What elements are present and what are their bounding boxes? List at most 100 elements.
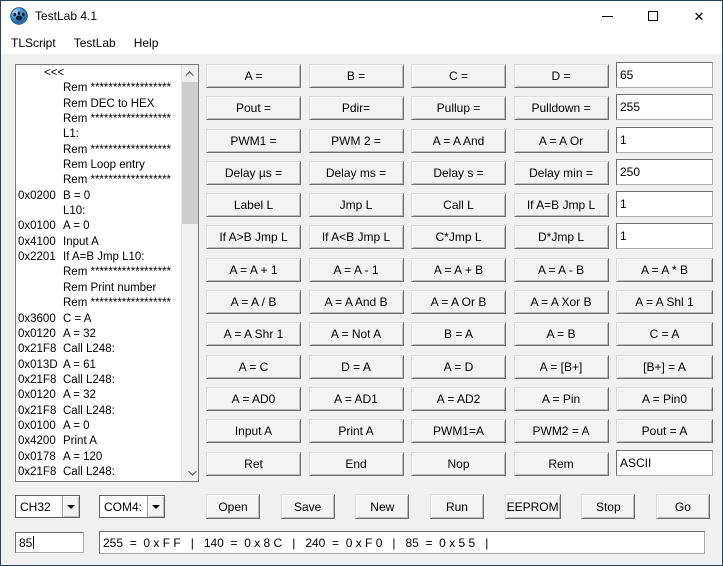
register-value-input[interactable] (616, 62, 713, 88)
grid-button-delay-ms[interactable]: Delay ms = (309, 161, 404, 185)
grid-button-a-a-or[interactable]: A = A Or (514, 129, 609, 153)
listing-line[interactable]: 0x0178A = 120 (16, 450, 181, 465)
close-button[interactable]: ✕ (676, 1, 722, 31)
grid-button-ret[interactable]: Ret (206, 452, 301, 476)
scroll-up-button[interactable] (182, 65, 199, 82)
listing-line[interactable]: 0x013DA = 61 (16, 358, 181, 373)
grid-button-pwm1[interactable]: PWM1 = (206, 129, 301, 153)
listing-line[interactable]: Rem ****************** (16, 81, 181, 96)
listing-line[interactable]: <<< (16, 66, 181, 81)
grid-button-a-b[interactable]: A = [B+] (514, 355, 609, 379)
grid-button-a-a-div-b[interactable]: A = A / B (206, 290, 301, 314)
menu-testlab[interactable]: TestLab (65, 33, 125, 53)
grid-button-nop[interactable]: Nop (411, 452, 506, 476)
grid-button-call-l[interactable]: Call L (411, 193, 506, 217)
grid-button-a-a-and[interactable]: A = A And (411, 129, 506, 153)
device-select[interactable]: CH32 (15, 495, 80, 518)
grid-button-label-l[interactable]: Label L (206, 193, 301, 217)
menu-tlscript[interactable]: TLScript (2, 33, 65, 53)
grid-button-a-b[interactable]: A = B (514, 322, 609, 346)
grid-button-d[interactable]: D = (514, 64, 609, 88)
grid-button-jmp-l[interactable]: Jmp L (309, 193, 404, 217)
listing-line[interactable]: 0x21F8Call L248: (16, 373, 181, 388)
grid-button-a-c[interactable]: A = C (206, 355, 301, 379)
grid-button-delay-s[interactable]: Delay s = (411, 161, 506, 185)
grid-button-pout[interactable]: Pout = (206, 96, 301, 120)
grid-button-a-a-shr-1[interactable]: A = A Shr 1 (206, 322, 301, 346)
grid-button-b[interactable]: B = (309, 64, 404, 88)
delay-value-input[interactable] (616, 159, 713, 185)
com-port-select[interactable]: COM4: (99, 495, 165, 518)
minimize-button[interactable] (584, 1, 630, 31)
grid-button-c-a[interactable]: C = A (616, 322, 713, 346)
grid-button-a-a-and-b[interactable]: A = A And B (309, 290, 404, 314)
grid-button-delay-min[interactable]: Delay min = (514, 161, 609, 185)
listing-line[interactable]: L10: (16, 204, 181, 219)
decimal-entry-input[interactable]: 85 (15, 532, 84, 553)
hex-output-box[interactable]: 255 = 0 x F F | 140 = 0 x 8 C | 240 = 0 … (99, 531, 705, 554)
grid-button-a-ad2[interactable]: A = AD2 (411, 387, 506, 411)
grid-button-pwm-2[interactable]: PWM 2 = (309, 129, 404, 153)
grid-button-a-a-minus-b[interactable]: A = A - B (514, 258, 609, 282)
listing-line[interactable]: 0x4100Input A (16, 235, 181, 250)
grid-button-pulldown[interactable]: Pulldown = (514, 96, 609, 120)
listing-line[interactable]: Rem ****************** (16, 296, 181, 311)
grid-button-end[interactable]: End (309, 452, 404, 476)
listing-line[interactable]: 0x21F8Call L248: (16, 404, 181, 419)
grid-button-pwm1-a[interactable]: PWM1=A (411, 419, 506, 443)
ascii-input[interactable] (616, 450, 713, 476)
grid-button-c-mul-jmp-l[interactable]: C*Jmp L (411, 225, 506, 249)
grid-button-pout-a[interactable]: Pout = A (616, 419, 713, 443)
grid-button-a-ad1[interactable]: A = AD1 (309, 387, 404, 411)
device-select-dropdown-button[interactable] (62, 496, 79, 517)
grid-button-pullup[interactable]: Pullup = (411, 96, 506, 120)
listing-line[interactable]: Rem Print number (16, 281, 181, 296)
listing-line[interactable]: 0x21F8Call L248: (16, 465, 181, 480)
grid-button-if-a-gt-b-jmp-l[interactable]: If A>B Jmp L (206, 225, 301, 249)
listing-line[interactable]: 0x4200Print A (16, 434, 181, 449)
stop-button[interactable]: Stop (581, 494, 635, 519)
listing-line[interactable]: 0x0120A = 32 (16, 388, 181, 403)
maximize-button[interactable] (630, 1, 676, 31)
open-button[interactable]: Open (206, 494, 260, 519)
listing-line[interactable]: Rem DEC to HEX (16, 97, 181, 112)
listing-line[interactable]: 0x0100A = 0 (16, 219, 181, 234)
grid-button-pwm2-a[interactable]: PWM2 = A (514, 419, 609, 443)
grid-button-print-a[interactable]: Print A (309, 419, 404, 443)
menu-help[interactable]: Help (125, 33, 168, 53)
listing-line[interactable]: 0x3600C = A (16, 312, 181, 327)
grid-button-b-a[interactable]: [B+] = A (616, 355, 713, 379)
com-port-select-dropdown-button[interactable] (147, 496, 164, 517)
grid-button-a-ad0[interactable]: A = AD0 (206, 387, 301, 411)
grid-button-delay-us[interactable]: Delay µs = (206, 161, 301, 185)
grid-button-d-mul-jmp-l[interactable]: D*Jmp L (514, 225, 609, 249)
save-button[interactable]: Save (281, 494, 335, 519)
port-value-input[interactable] (616, 94, 713, 120)
listing-line[interactable]: 0x2201If A=B Jmp L10: (16, 250, 181, 265)
grid-button-b-a[interactable]: B = A (411, 322, 506, 346)
pwm-logic-value-input[interactable] (616, 127, 713, 153)
listing-line[interactable]: L1: (16, 127, 181, 142)
listing-line[interactable]: 0x21F8Call L248: (16, 342, 181, 357)
listing-line[interactable]: Rem ****************** (16, 265, 181, 280)
grid-button-a-d[interactable]: A = D (411, 355, 506, 379)
grid-button-c[interactable]: C = (411, 64, 506, 88)
listing-line[interactable]: Rem ****************** (16, 112, 181, 127)
label-number-input[interactable] (616, 191, 713, 217)
grid-button-a-pin0[interactable]: A = Pin0 (616, 387, 713, 411)
listing-line[interactable]: Rem Loop entry (16, 158, 181, 173)
grid-button-a-a-plus-b[interactable]: A = A + B (411, 258, 506, 282)
grid-button-a[interactable]: A = (206, 64, 301, 88)
listing-line[interactable]: Rem ****************** (16, 173, 181, 188)
scroll-down-button[interactable] (182, 464, 199, 481)
jump-number-input[interactable] (616, 223, 713, 249)
listing-line[interactable]: 0x0120A = 32 (16, 327, 181, 342)
grid-button-a-a-xor-b[interactable]: A = A Xor B (514, 290, 609, 314)
grid-button-a-pin[interactable]: A = Pin (514, 387, 609, 411)
listing-line[interactable]: 0x0200B = 0 (16, 189, 181, 204)
grid-button-a-a-minus-1[interactable]: A = A - 1 (309, 258, 404, 282)
grid-button-d-a[interactable]: D = A (309, 355, 404, 379)
grid-button-if-a-lt-b-jmp-l[interactable]: If A<B Jmp L (309, 225, 404, 249)
grid-button-pdir[interactable]: Pdir= (309, 96, 404, 120)
new-button[interactable]: New (355, 494, 409, 519)
